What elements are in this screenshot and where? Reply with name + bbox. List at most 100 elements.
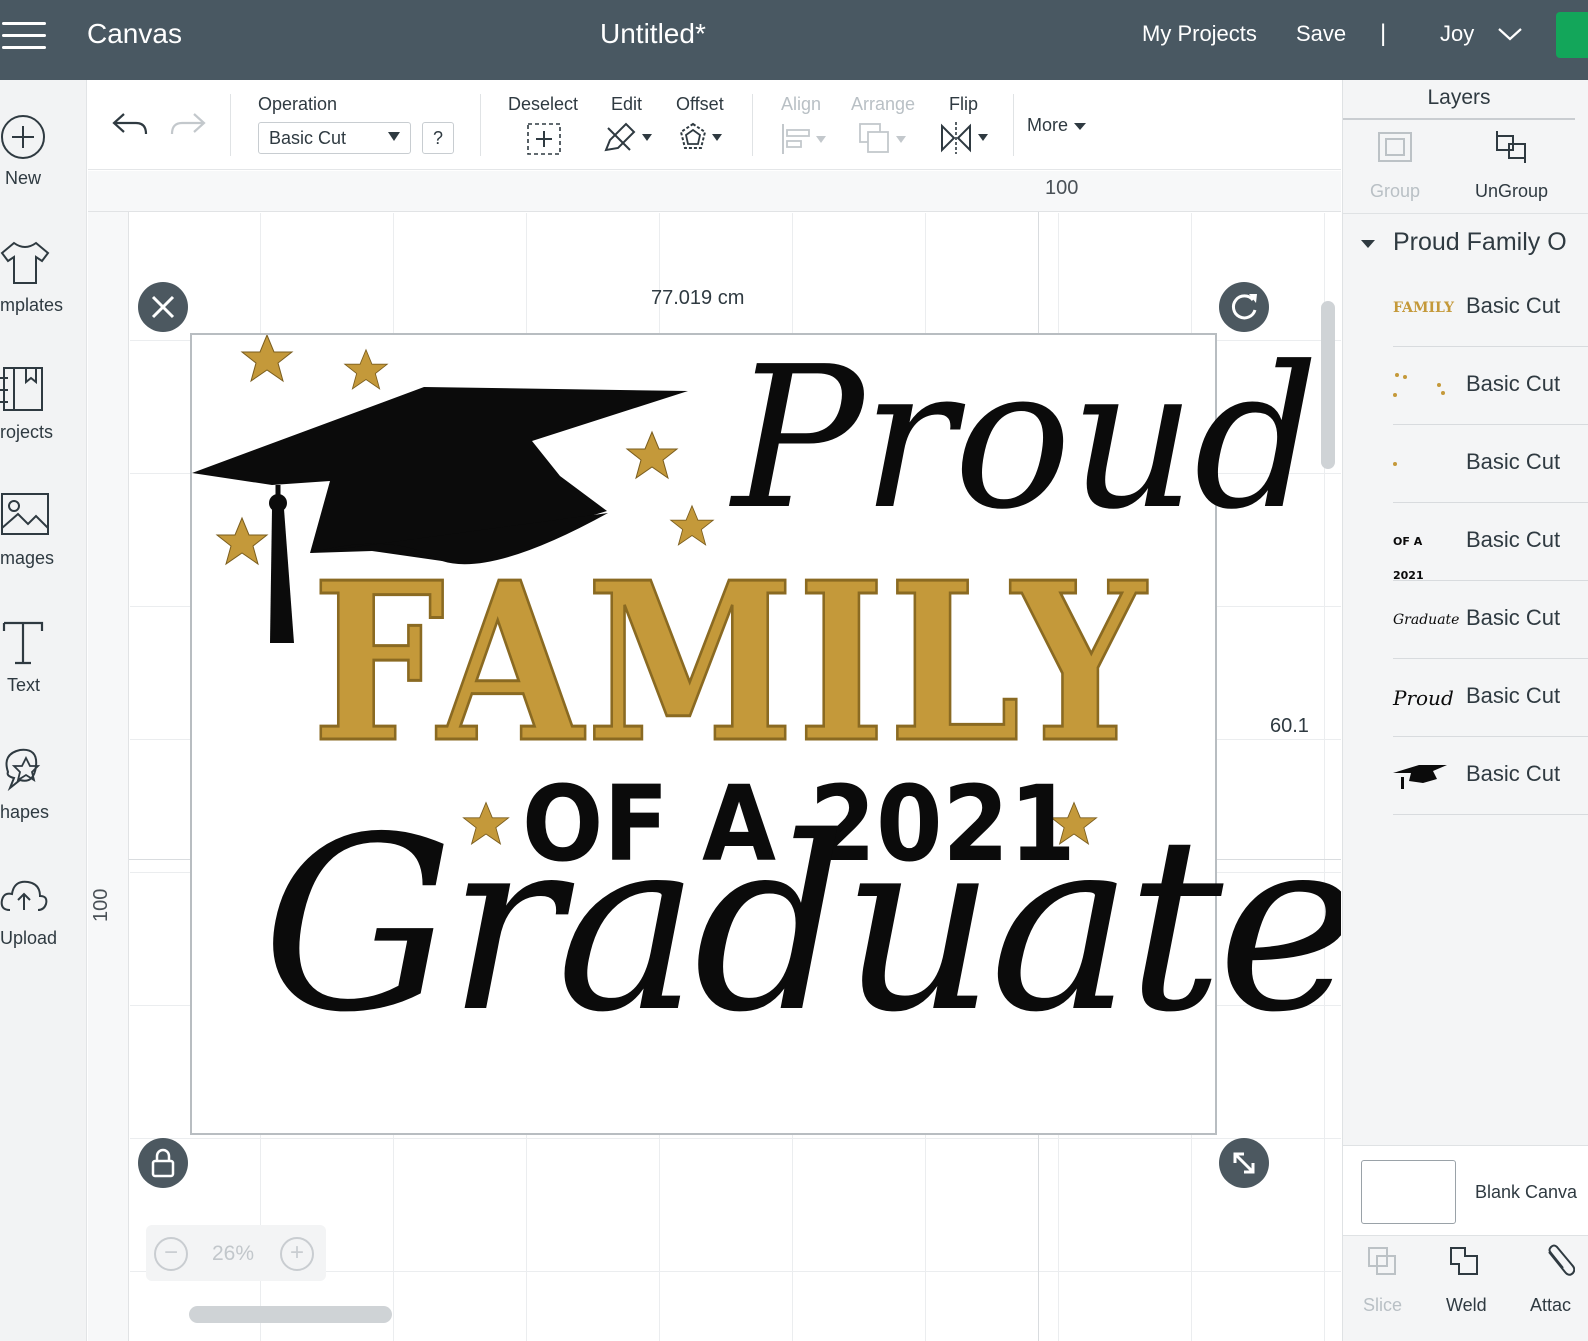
- sidebar-item-templates[interactable]: mplates: [0, 235, 87, 345]
- document-title[interactable]: Untitled*: [600, 18, 706, 50]
- delete-handle[interactable]: [138, 282, 188, 332]
- ruler-label: 100: [1045, 177, 1079, 199]
- layer-name: Basic Cut: [1466, 683, 1561, 708]
- deselect-label[interactable]: Deselect: [508, 94, 578, 115]
- sidebar-item-text[interactable]: Text: [0, 615, 87, 725]
- header-separator: |: [1380, 20, 1387, 47]
- divider: [480, 94, 481, 156]
- height-dimension: 60.1: [1270, 715, 1309, 737]
- deselect-icon[interactable]: [526, 122, 562, 156]
- slice-button[interactable]: Slice: [1363, 1295, 1402, 1316]
- layer-name: Basic Cut: [1466, 527, 1561, 552]
- ungroup-button[interactable]: UnGroup: [1475, 181, 1548, 202]
- offset-label[interactable]: Offset: [676, 94, 724, 115]
- edit-label[interactable]: Edit: [611, 94, 642, 115]
- layer-group-name: Proud Family O: [1393, 228, 1567, 256]
- sidebar-item-new[interactable]: New: [0, 110, 87, 220]
- chevron-down-icon[interactable]: [1497, 24, 1523, 44]
- vertical-scrollbar[interactable]: [1321, 301, 1335, 469]
- blank-canvas-row[interactable]: Blank Canva: [1343, 1145, 1588, 1235]
- sidebar-item-projects[interactable]: rojects: [0, 362, 87, 472]
- dropdown-arrow-icon: [388, 132, 400, 141]
- layers-panel: Layers Group UnGroup Proud Family O FAMI…: [1342, 80, 1588, 1341]
- layer-item[interactable]: Graduate Basic Cut: [1393, 581, 1588, 659]
- offset-icon[interactable]: [678, 120, 728, 156]
- zoom-out-button[interactable]: −: [154, 1237, 188, 1271]
- group-button[interactable]: Group: [1370, 181, 1420, 202]
- help-button[interactable]: ?: [422, 122, 454, 154]
- menu-icon[interactable]: [2, 22, 46, 52]
- divider: [1013, 94, 1014, 156]
- user-menu[interactable]: Joy: [1440, 21, 1474, 47]
- layer-item[interactable]: Basic Cut: [1393, 425, 1588, 503]
- blank-canvas-swatch[interactable]: [1361, 1160, 1456, 1224]
- selected-design[interactable]: Proud FAMILY OF A 2021 Graduate: [190, 325, 1341, 1135]
- layer-thumbnail: OF A 2021: [1393, 535, 1424, 582]
- weld-icon[interactable]: [1447, 1244, 1483, 1278]
- graduate-text: Graduate: [262, 785, 1341, 1065]
- sidebar-item-label: hapes: [0, 802, 50, 822]
- sidebar-item-upload[interactable]: Upload: [0, 870, 87, 980]
- layer-item[interactable]: Basic Cut: [1393, 737, 1588, 815]
- vertical-ruler: 100: [88, 212, 129, 1341]
- sidebar-item-label: Text: [7, 675, 41, 695]
- arrange-label[interactable]: Arrange: [851, 94, 915, 115]
- save-button[interactable]: Save: [1296, 21, 1346, 47]
- resize-arrows-icon: [1233, 1152, 1255, 1174]
- paperclip-icon[interactable]: [1539, 1244, 1575, 1278]
- zoom-in-button[interactable]: +: [280, 1237, 314, 1271]
- align-icon[interactable]: [780, 122, 830, 156]
- sidebar-item-images[interactable]: mages: [0, 488, 87, 598]
- sidebar-item-label: rojects: [0, 422, 54, 442]
- edit-icon[interactable]: [602, 120, 654, 156]
- ungroup-icon[interactable]: [1493, 128, 1531, 164]
- layer-group-row[interactable]: Proud Family O: [1343, 213, 1588, 269]
- divider: [230, 94, 231, 156]
- redo-icon[interactable]: [168, 108, 208, 140]
- stars-thumbnail: [1393, 373, 1445, 397]
- flip-label[interactable]: Flip: [949, 94, 978, 115]
- group-icon[interactable]: [1376, 130, 1414, 164]
- layer-name: Basic Cut: [1466, 449, 1561, 474]
- layer-name: Basic Cut: [1466, 293, 1561, 318]
- layer-name: Basic Cut: [1466, 761, 1561, 786]
- sidebar-item-label: mplates: [0, 295, 64, 315]
- make-it-button[interactable]: [1556, 12, 1588, 58]
- expand-triangle-icon[interactable]: [1361, 240, 1375, 248]
- sidebar-item-label: Upload: [0, 928, 58, 948]
- attach-button[interactable]: Attac: [1530, 1295, 1571, 1316]
- proud-text: Proud: [732, 325, 1319, 553]
- slice-icon[interactable]: [1365, 1244, 1401, 1278]
- design-canvas[interactable]: 100 100 Proud FAMILY OF A 2021 Graduate: [88, 171, 1341, 1341]
- blank-canvas-label: Blank Canva: [1475, 1182, 1578, 1202]
- book-icon: [0, 367, 43, 411]
- undo-icon[interactable]: [110, 108, 150, 140]
- horizontal-scrollbar[interactable]: [189, 1306, 392, 1323]
- operation-value: Basic Cut: [269, 128, 347, 148]
- layer-item[interactable]: Proud Basic Cut: [1393, 659, 1588, 737]
- resize-handle[interactable]: [1219, 1138, 1269, 1188]
- family-text: FAMILY: [311, 534, 1150, 793]
- tshirt-icon: [0, 241, 50, 284]
- operation-label: Operation: [258, 94, 338, 114]
- weld-button[interactable]: Weld: [1446, 1295, 1487, 1316]
- sidebar-item-shapes[interactable]: hapes: [0, 742, 87, 852]
- arrange-icon[interactable]: [858, 122, 910, 156]
- edit-toolbar: Operation Basic Cut ? Deselect Edit Offs…: [88, 80, 1341, 170]
- rotate-handle[interactable]: [1219, 282, 1269, 332]
- align-label[interactable]: Align: [781, 94, 821, 115]
- layers-tab[interactable]: Layers: [1343, 80, 1575, 120]
- operation-select[interactable]: Basic Cut: [258, 122, 411, 154]
- lock-handle[interactable]: [138, 1138, 188, 1188]
- layer-thumbnail: Graduate: [1393, 612, 1460, 628]
- layer-item[interactable]: Basic Cut: [1393, 347, 1588, 425]
- flip-icon[interactable]: [938, 120, 992, 156]
- divider: [752, 94, 753, 156]
- more-menu[interactable]: More: [1027, 115, 1087, 136]
- shapes-icon: [5, 748, 41, 792]
- layer-item[interactable]: OF A 2021 Basic Cut: [1393, 503, 1588, 582]
- app-title: Canvas: [87, 18, 182, 49]
- width-dimension: 77.019 cm: [651, 287, 745, 309]
- layer-item[interactable]: FAMILY Basic Cut: [1393, 269, 1588, 347]
- my-projects-link[interactable]: My Projects: [1142, 21, 1257, 47]
